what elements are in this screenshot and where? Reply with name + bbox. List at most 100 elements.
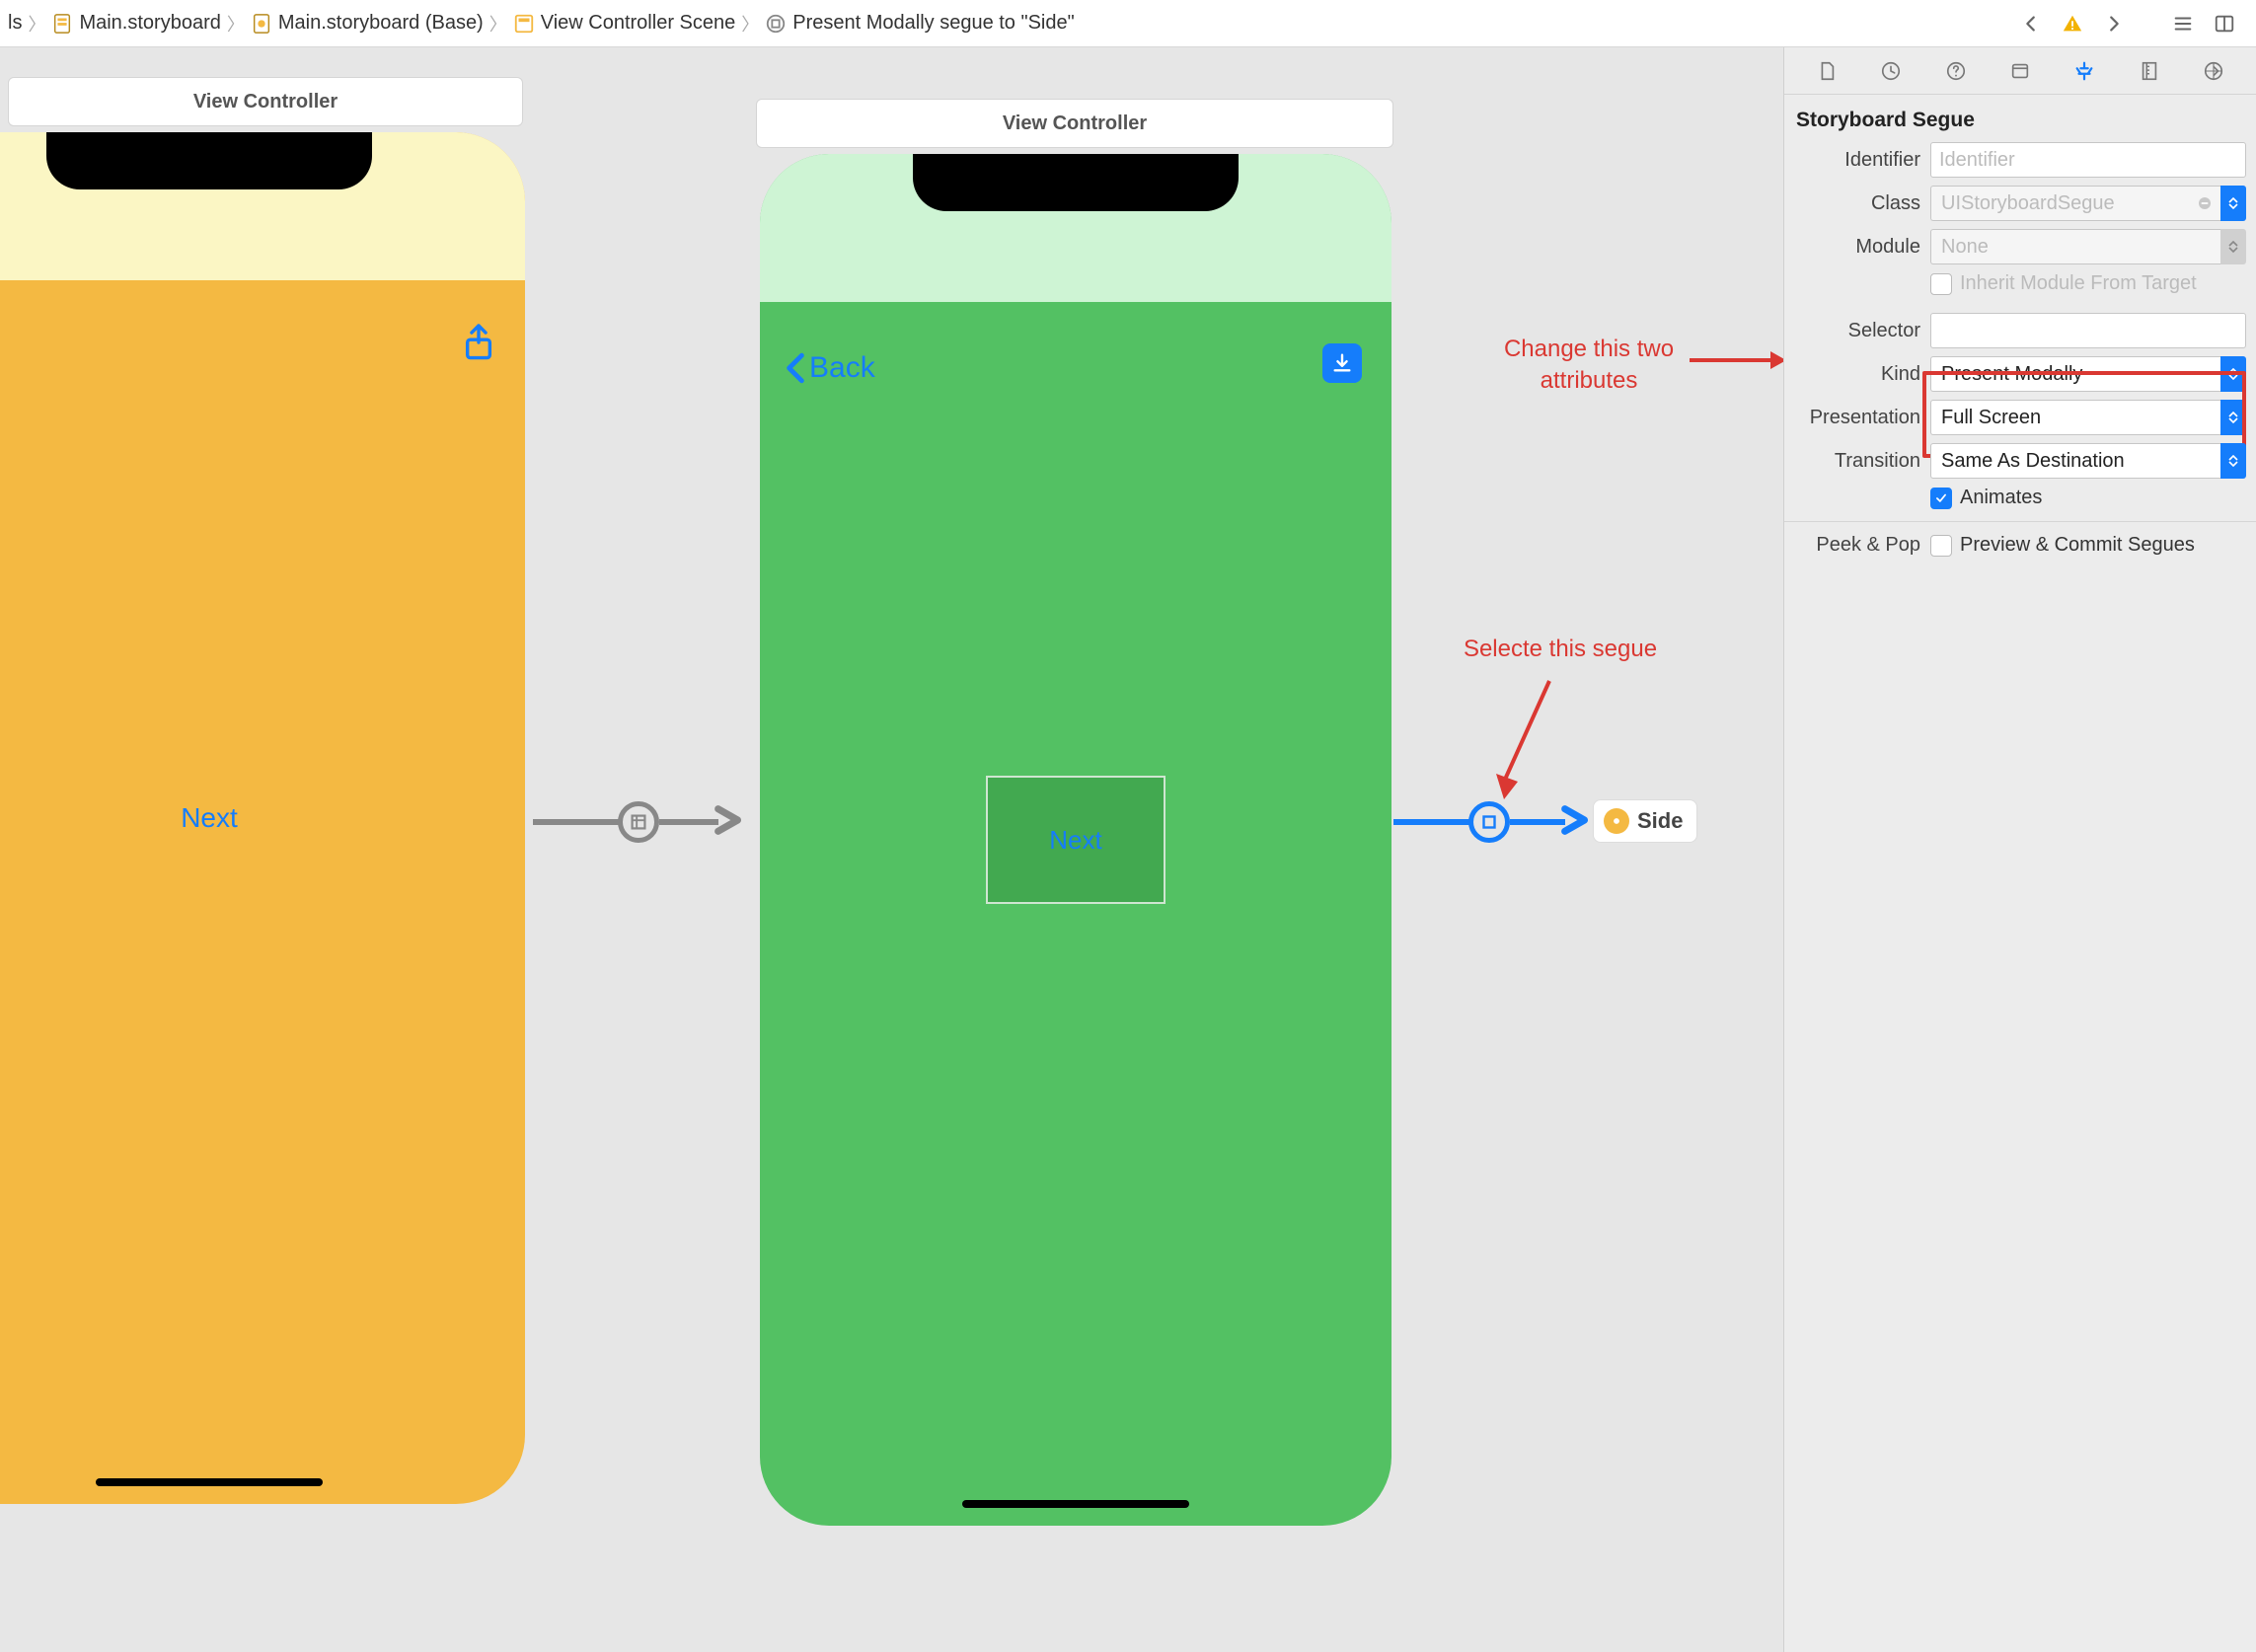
back-label: Back	[809, 351, 875, 385]
size-inspector-tab[interactable]	[2135, 56, 2164, 86]
adjust-editor-button[interactable]	[2211, 10, 2238, 38]
toolbar-right	[2017, 10, 2248, 38]
back-button[interactable]: Back	[786, 351, 875, 385]
checkbox-label: Inherit Module From Target	[1960, 272, 2197, 295]
inspector-body: Storyboard Segue Identifier Class UIStor…	[1784, 95, 2256, 584]
checkbox-label: Animates	[1960, 487, 2042, 509]
label-identifier: Identifier	[1794, 149, 1920, 172]
button-label: Next	[1049, 825, 1101, 856]
animates-checkbox[interactable]	[1930, 488, 1952, 509]
breadcrumb: ls 〉 Main.storyboard 〉 Main.storyboard (…	[8, 11, 2017, 37]
attributes-inspector-tab[interactable]	[2069, 56, 2099, 86]
container-view[interactable]: Next	[986, 776, 1166, 904]
button-label: Next	[181, 802, 238, 833]
select-value: Full Screen	[1941, 407, 2041, 429]
connections-inspector-tab[interactable]	[2199, 56, 2228, 86]
clear-icon[interactable]	[2193, 195, 2217, 211]
label-selector: Selector	[1794, 320, 1920, 342]
label-transition: Transition	[1794, 450, 1920, 473]
segue-node-embed[interactable]	[618, 801, 659, 843]
label-peek-pop: Peek & Pop	[1794, 534, 1920, 557]
scene-title-label: View Controller	[193, 91, 338, 113]
dropdown-stepper[interactable]	[2220, 186, 2246, 221]
module-select[interactable]: None	[1930, 229, 2220, 264]
scene-title-bar[interactable]: View Controller	[756, 99, 1393, 148]
dropdown-stepper[interactable]	[2220, 443, 2246, 479]
chevron-right-icon: 〉	[227, 11, 245, 37]
selector-input[interactable]	[1930, 313, 2246, 348]
annotation-select-segue: Selecte this segue	[1447, 634, 1674, 665]
presentation-select[interactable]: Full Screen	[1930, 400, 2220, 435]
nav-back-button[interactable]	[2017, 10, 2045, 38]
breadcrumb-label: ls	[8, 12, 22, 35]
breadcrumb-item[interactable]: ls	[8, 12, 22, 35]
checkbox-label: Preview & Commit Segues	[1960, 534, 2195, 557]
scene-title-label: View Controller	[1003, 113, 1147, 135]
segue-connector-selected	[1510, 819, 1565, 825]
breadcrumb-label: Main.storyboard	[79, 12, 220, 35]
nav-forward-button[interactable]	[2100, 10, 2128, 38]
annotation-change-attrs: Change this two attributes	[1480, 334, 1697, 398]
share-icon[interactable]	[462, 322, 495, 366]
peek-pop-checkbox[interactable]	[1930, 535, 1952, 557]
storyboard-canvas[interactable]: View Controller Next View Control	[0, 47, 1784, 1652]
breadcrumb-item[interactable]: Main.storyboard	[51, 12, 220, 35]
breadcrumb-label: Present Modally segue to "Side"	[792, 12, 1074, 35]
select-value: None	[1941, 236, 1989, 259]
history-inspector-tab[interactable]	[1876, 56, 1906, 86]
breadcrumb-item[interactable]: Main.storyboard (Base)	[251, 12, 484, 35]
breadcrumb-label: Main.storyboard (Base)	[278, 12, 484, 35]
help-inspector-tab[interactable]	[1941, 56, 1971, 86]
storyboard-file-icon	[51, 13, 73, 35]
segue-connector-selected[interactable]	[1393, 819, 1472, 825]
file-inspector-tab[interactable]	[1812, 56, 1842, 86]
outline-toggle-button[interactable]	[2169, 10, 2197, 38]
select-value: Same As Destination	[1941, 450, 2125, 473]
section-heading: Storyboard Segue	[1796, 109, 2246, 132]
annotation-arrow-icon	[1490, 675, 1569, 803]
device-notch	[913, 154, 1239, 211]
annotation-line: Selecte this segue	[1464, 636, 1657, 662]
annotation-line: attributes	[1480, 365, 1697, 397]
scene-reference-side[interactable]: Side	[1593, 799, 1697, 843]
label-module: Module	[1794, 236, 1920, 259]
scene-viewcontroller-2[interactable]: Back Next	[760, 154, 1391, 1526]
home-indicator	[96, 1478, 323, 1486]
breadcrumb-bar: ls 〉 Main.storyboard 〉 Main.storyboard (…	[0, 0, 2256, 47]
device-notch	[46, 132, 372, 189]
scene-title-bar[interactable]: View Controller	[8, 77, 523, 126]
transition-select[interactable]: Same As Destination	[1930, 443, 2220, 479]
scene-ref-icon	[1604, 808, 1629, 834]
dropdown-stepper[interactable]	[2220, 400, 2246, 435]
identity-inspector-tab[interactable]	[2005, 56, 2035, 86]
inherit-module-checkbox[interactable]	[1930, 273, 1952, 295]
home-indicator	[962, 1500, 1189, 1508]
dropdown-stepper[interactable]	[2220, 356, 2246, 392]
inspector-tabs	[1784, 47, 2256, 95]
breadcrumb-label: View Controller Scene	[541, 12, 736, 35]
select-value: Present Modally	[1941, 363, 2082, 386]
chevron-right-icon: 〉	[28, 11, 45, 37]
section-divider	[1784, 521, 2256, 522]
warning-icon[interactable]	[2059, 10, 2086, 38]
label-class: Class	[1794, 192, 1920, 215]
segue-connector	[659, 819, 718, 825]
identifier-input[interactable]	[1930, 142, 2246, 178]
segue-connector[interactable]	[533, 819, 622, 825]
kind-select[interactable]: Present Modally	[1930, 356, 2220, 392]
scene-viewcontroller-1[interactable]: Next	[0, 132, 525, 1504]
dropdown-stepper[interactable]	[2220, 229, 2246, 264]
breadcrumb-item[interactable]: View Controller Scene	[513, 12, 736, 35]
next-button[interactable]: Next	[181, 802, 238, 834]
download-icon[interactable]	[1322, 343, 1362, 383]
segue-node-present-modally[interactable]	[1468, 801, 1510, 843]
scene-ref-label: Side	[1637, 808, 1683, 834]
chevron-right-icon: 〉	[489, 11, 507, 37]
class-select[interactable]: UIStoryboardSegue	[1930, 186, 2220, 221]
chevron-right-icon: 〉	[741, 11, 759, 37]
label-presentation: Presentation	[1794, 407, 1920, 429]
annotation-arrow-icon	[1690, 345, 1784, 375]
storyboard-base-icon	[251, 13, 272, 35]
breadcrumb-item[interactable]: Present Modally segue to "Side"	[765, 12, 1074, 35]
annotation-line: Change this two	[1480, 334, 1697, 365]
